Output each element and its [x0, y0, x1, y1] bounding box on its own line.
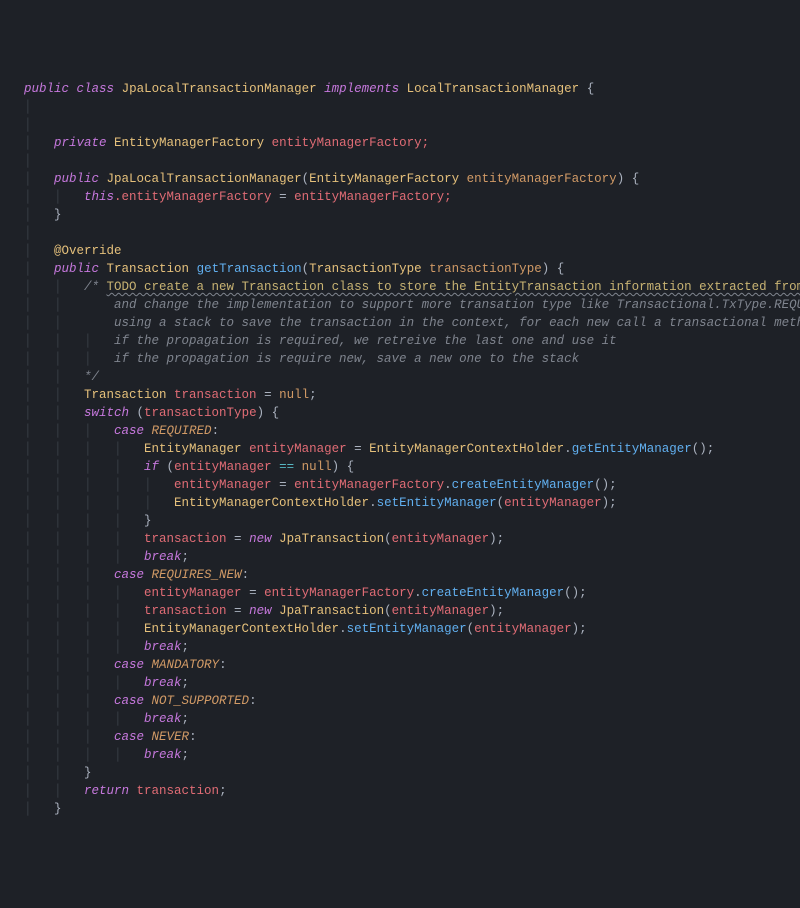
case-keyword: case	[114, 658, 144, 672]
param-name: transactionType	[429, 262, 542, 276]
break-keyword: break	[144, 676, 182, 690]
new-keyword: new	[249, 604, 272, 618]
rhs: entityManagerFactory;	[294, 190, 452, 204]
field-ref: entityManagerFactory	[294, 478, 444, 492]
comment: if the propagation is required, we retre…	[114, 334, 617, 348]
param-name: entityManagerFactory	[467, 172, 617, 186]
enum-const: MANDATORY	[152, 658, 220, 672]
comment	[84, 316, 114, 330]
var: entityManager	[249, 442, 347, 456]
keyword: public	[54, 262, 99, 276]
class-ref: EntityManagerContextHolder	[174, 496, 369, 510]
enum-const: NOT_SUPPORTED	[152, 694, 250, 708]
param-type: TransactionType	[309, 262, 422, 276]
keyword: implements	[324, 82, 399, 96]
arg: entityManager	[504, 496, 602, 510]
method-call: createEntityManager	[422, 586, 565, 600]
method-call: createEntityManager	[452, 478, 595, 492]
keyword: public	[54, 172, 99, 186]
method-call: setEntityManager	[347, 622, 467, 636]
eq: =	[257, 388, 280, 402]
field-ref: .entityManagerFactory	[114, 190, 272, 204]
var: transaction	[144, 532, 227, 546]
arg: entityManager	[392, 532, 490, 546]
method-call: setEntityManager	[377, 496, 497, 510]
ctor-name: JpaLocalTransactionManager	[107, 172, 302, 186]
method-name: getTransaction	[197, 262, 302, 276]
comment: and change the implementation to support…	[114, 298, 800, 312]
enum-const: REQUIRED	[152, 424, 212, 438]
var: entityManager	[174, 478, 272, 492]
arg: entityManager	[474, 622, 572, 636]
class-name: JpaLocalTransactionManager	[122, 82, 317, 96]
type: Transaction	[84, 388, 167, 402]
comment-start: /*	[84, 280, 107, 294]
field-name: entityManagerFactory;	[272, 136, 430, 150]
switch-expr: transactionType	[144, 406, 257, 420]
class-ref: EntityManagerContextHolder	[144, 622, 339, 636]
var: transaction	[174, 388, 257, 402]
class-ref: JpaTransaction	[279, 532, 384, 546]
case-keyword: case	[114, 694, 144, 708]
null-literal: null	[279, 388, 309, 402]
break-keyword: break	[144, 550, 182, 564]
keyword: public	[24, 82, 69, 96]
comment	[84, 298, 114, 312]
param-type: EntityManagerFactory	[309, 172, 459, 186]
return-keyword: return	[84, 784, 129, 798]
field-ref: entityManagerFactory	[264, 586, 414, 600]
eq: =	[272, 190, 295, 204]
case-keyword: case	[114, 424, 144, 438]
switch-keyword: switch	[84, 406, 129, 420]
comment-end: */	[84, 370, 99, 384]
enum-const: REQUIRES_NEW	[152, 568, 242, 582]
type: EntityManager	[144, 442, 242, 456]
var: transaction	[137, 784, 220, 798]
break-keyword: break	[144, 748, 182, 762]
todo-comment: TODO create a new Transaction class to s…	[107, 280, 800, 294]
class-ref: JpaTransaction	[279, 604, 384, 618]
var: entityManager	[174, 460, 272, 474]
comment: if the propagation is require new, save …	[114, 352, 579, 366]
new-keyword: new	[249, 532, 272, 546]
code-editor[interactable]: public class JpaLocalTransactionManager …	[24, 80, 800, 818]
return-type: Transaction	[107, 262, 190, 276]
annotation: @Override	[54, 244, 122, 258]
break-keyword: break	[144, 712, 182, 726]
null-literal: null	[302, 460, 332, 474]
comment: using a stack to save the transaction in…	[114, 316, 800, 330]
eq-op: ==	[279, 460, 294, 474]
if-keyword: if	[144, 460, 159, 474]
interface-name: LocalTransactionManager	[407, 82, 580, 96]
method-call: getEntityManager	[572, 442, 692, 456]
break-keyword: break	[144, 640, 182, 654]
keyword: private	[54, 136, 107, 150]
var: transaction	[144, 604, 227, 618]
keyword: class	[77, 82, 115, 96]
var: entityManager	[144, 586, 242, 600]
class-ref: EntityManagerContextHolder	[369, 442, 564, 456]
type: EntityManagerFactory	[114, 136, 264, 150]
arg: entityManager	[392, 604, 490, 618]
this-keyword: this	[84, 190, 114, 204]
case-keyword: case	[114, 568, 144, 582]
